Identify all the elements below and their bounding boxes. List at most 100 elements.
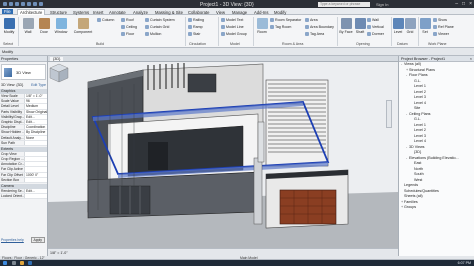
railing-button[interactable]: Railing <box>188 18 204 22</box>
view-tab-3d[interactable]: {3D} <box>50 56 64 61</box>
property-value[interactable]: Show Original <box>24 109 47 114</box>
group-select[interactable]: Select <box>3 42 13 46</box>
by-face-button[interactable]: By Face <box>339 18 353 34</box>
sign-in-link[interactable]: Sign In <box>376 2 388 7</box>
property-value[interactable] <box>24 162 47 167</box>
room-separator-button[interactable]: Room Separator <box>270 18 301 22</box>
property-value[interactable]: Edit... <box>24 114 47 119</box>
tab-modify[interactable]: Modify <box>274 10 286 15</box>
tag-area-button[interactable]: Tag Area <box>305 32 324 36</box>
instance-selector[interactable]: 3D View: {3D} Edit Type <box>0 82 47 88</box>
apply-button[interactable]: Apply <box>30 237 45 243</box>
ref-plane-button[interactable]: Ref Plane <box>433 25 454 29</box>
property-value[interactable] <box>24 177 47 182</box>
edit-type-button[interactable]: Edit Type <box>31 82 46 88</box>
column-button[interactable]: Column <box>97 18 114 22</box>
stair-button[interactable]: Stair <box>188 32 200 36</box>
navigation-bar[interactable] <box>386 100 392 128</box>
group-room-area[interactable]: Room & Area <box>282 42 303 46</box>
curtain-system-button[interactable]: Curtain System <box>145 18 175 22</box>
close-icon[interactable]: × <box>469 1 472 7</box>
room-button[interactable]: Room <box>256 18 268 34</box>
property-value[interactable]: Coordination <box>24 125 47 130</box>
property-value[interactable]: 96 <box>24 99 47 104</box>
save-icon[interactable] <box>9 1 13 6</box>
maximize-icon[interactable]: □ <box>462 1 465 7</box>
window-button[interactable]: Window <box>53 18 69 34</box>
tab-analyze[interactable]: Analyze <box>133 10 148 15</box>
view-scale-control[interactable]: 1/8" = 1'-0" <box>50 251 68 255</box>
dormer-button[interactable]: Dormer <box>367 32 384 36</box>
property-value[interactable] <box>24 157 47 162</box>
property-value[interactable] <box>24 140 47 145</box>
property-value[interactable]: By Discipline <box>24 130 47 135</box>
wall-button[interactable]: Wall <box>21 18 35 34</box>
tab-add-ins[interactable]: Add-Ins <box>254 10 268 15</box>
tab-file[interactable]: File <box>2 9 13 14</box>
grid-button[interactable]: Grid <box>405 18 416 34</box>
tab-view[interactable]: View <box>216 10 225 15</box>
property-value[interactable]: 1000' 0" <box>24 172 47 177</box>
property-row[interactable]: Sun Path <box>0 140 47 146</box>
undo-icon[interactable] <box>15 1 19 6</box>
mullion-button[interactable]: Mullion <box>145 32 161 36</box>
level-button[interactable]: Level <box>393 18 404 34</box>
viewcube-icon[interactable] <box>48 62 70 84</box>
model-text-button[interactable]: Model Text <box>221 18 243 22</box>
3d-view-icon[interactable] <box>39 1 43 6</box>
tab-manage[interactable]: Manage <box>232 10 247 15</box>
tab-collaborate[interactable]: Collaborate <box>188 10 209 15</box>
property-value[interactable] <box>24 151 47 157</box>
property-value[interactable]: 1/8" = 1'-0" <box>24 94 47 99</box>
tab-systems[interactable]: Systems <box>73 10 89 15</box>
shaft-button[interactable]: Shaft <box>355 18 366 34</box>
ramp-button[interactable]: Ramp <box>188 25 203 29</box>
drawing-area[interactable] <box>48 62 398 256</box>
open-icon[interactable] <box>3 1 7 6</box>
measure-icon[interactable] <box>33 1 37 6</box>
property-row[interactable]: Locked Orient... <box>0 194 47 200</box>
browser-node[interactable]: +Groups <box>399 205 474 211</box>
property-row[interactable]: Section Box <box>0 177 47 183</box>
floor-button[interactable]: Floor <box>121 32 134 36</box>
tag-room-button[interactable]: Tag Room <box>270 25 291 29</box>
set-button[interactable]: Set <box>420 18 431 34</box>
modify-button[interactable]: Modify <box>2 18 16 34</box>
area-button[interactable]: Area <box>305 18 318 22</box>
windows-start-icon[interactable] <box>3 261 7 265</box>
wall-opening-button[interactable]: Wall <box>367 18 379 22</box>
property-value[interactable]: None <box>24 135 47 140</box>
redo-icon[interactable] <box>21 1 25 6</box>
model-group-button[interactable]: Model Group <box>221 32 247 36</box>
door-button[interactable]: Door <box>37 18 51 34</box>
roof-button[interactable]: Roof <box>121 18 134 22</box>
search-input[interactable]: Type a keyword or phrase <box>318 1 370 7</box>
curtain-grid-button[interactable]: Curtain Grid <box>145 25 169 29</box>
tab-annotate[interactable]: Annotate <box>109 10 126 15</box>
show-button[interactable]: Show <box>433 18 447 22</box>
revit-icon[interactable] <box>28 261 32 265</box>
property-value[interactable]: Edit... <box>24 189 47 194</box>
viewer-button[interactable]: Viewer <box>433 32 449 36</box>
quick-access-toolbar[interactable] <box>3 1 63 7</box>
property-value[interactable]: Medium <box>24 104 47 109</box>
area-boundary-button[interactable]: Area Boundary <box>305 25 334 29</box>
tab-structure[interactable]: Structure <box>50 10 67 15</box>
tab-insert[interactable]: Insert <box>93 10 103 15</box>
close-icon[interactable]: × <box>470 56 472 62</box>
property-value[interactable] <box>24 194 47 199</box>
property-value[interactable]: Edit... <box>24 119 47 125</box>
properties-help-link[interactable]: Properties help <box>1 238 24 242</box>
folder-icon[interactable] <box>20 261 24 265</box>
taskbar-app-icon[interactable] <box>12 261 16 265</box>
model-line-button[interactable]: Model Line <box>221 25 244 29</box>
print-icon[interactable] <box>27 1 31 6</box>
ceiling-button[interactable]: Ceiling <box>121 25 137 29</box>
type-selector[interactable]: 3D View <box>1 64 46 80</box>
component-button[interactable]: Component <box>72 18 94 34</box>
property-value[interactable] <box>24 167 47 172</box>
tab-massing-site[interactable]: Massing & Site <box>155 10 183 15</box>
building-3d-model[interactable] <box>48 62 398 248</box>
minimize-icon[interactable]: – <box>455 1 458 7</box>
vertical-opening-button[interactable]: Vertical <box>367 25 384 29</box>
